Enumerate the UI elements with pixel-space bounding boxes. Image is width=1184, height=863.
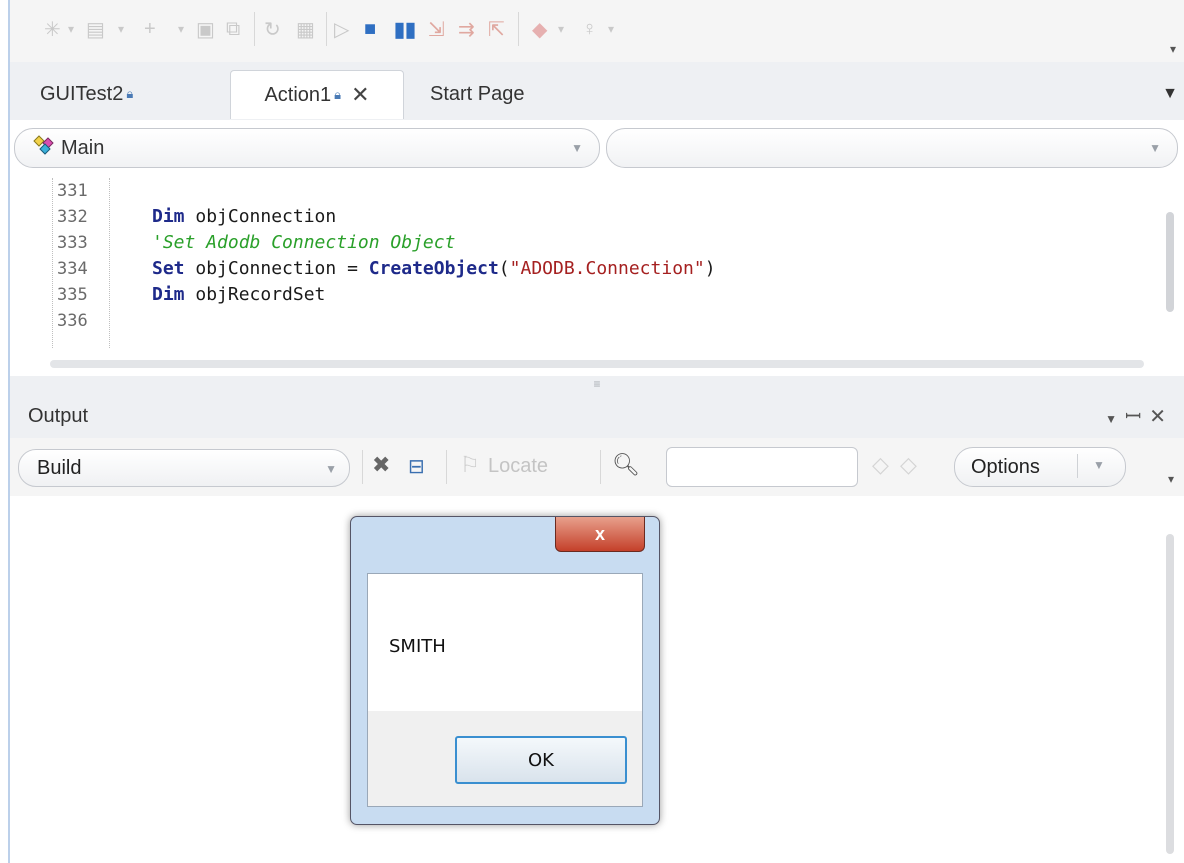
function-icon [33, 134, 57, 162]
chevron-down-icon[interactable]: ▾ [118, 16, 124, 42]
open-folder-icon[interactable]: ▤ [86, 16, 105, 42]
add-icon[interactable]: + [144, 16, 156, 42]
output-toolbar: Build ▼ ✖ ⊟ ⚐ Locate 🔍︎ ◇ ◇ Options ▼ ▾ [10, 438, 1184, 497]
toolbar-overflow-icon[interactable]: ▾ [1168, 472, 1174, 486]
word-wrap-icon[interactable]: ⊟ [408, 454, 425, 479]
stop-icon[interactable]: ■ [364, 16, 376, 42]
find-previous-icon[interactable]: ◇ [872, 452, 889, 478]
step-into-icon[interactable]: ⇲ [428, 16, 445, 42]
code-line: Dim objConnection [152, 206, 337, 227]
find-next-icon[interactable]: ◇ [900, 452, 917, 478]
divider [1077, 454, 1078, 478]
line-number-gutter: 331 332 333 334 335 336 [52, 178, 110, 348]
chevron-down-icon: ▼ [325, 462, 337, 476]
close-icon[interactable]: ✕ [1149, 406, 1174, 428]
toolbar-separator [600, 450, 601, 484]
editor-horizontal-scrollbar[interactable] [50, 360, 1144, 368]
message-text: SMITH [389, 636, 446, 657]
clear-all-icon[interactable]: ✖ [372, 452, 390, 478]
output-source-combo[interactable]: Build ▼ [18, 449, 350, 487]
line-number: 335 [57, 285, 88, 305]
line-number: 331 [57, 181, 88, 201]
chevron-down-icon: ▼ [571, 141, 583, 155]
pause-icon[interactable]: ▮▮ [394, 16, 416, 42]
function-combo[interactable]: Main ▼ [14, 128, 600, 168]
pane-splitter[interactable]: ≡ [10, 376, 1184, 392]
tab-label: GUITest2 [40, 82, 124, 105]
tab-start-page[interactable]: Start Page [430, 70, 525, 118]
document-tabs: GUITest2 🔒︎ Action1 🔒︎ ✕ Start Page ▼ [10, 62, 1184, 121]
locate-icon[interactable]: ⚐ [460, 452, 480, 478]
line-number: 336 [57, 311, 88, 331]
message-box-footer: OK [368, 711, 642, 806]
code-editor[interactable]: 331 332 333 334 335 336 Dim objConnectio… [10, 176, 1184, 376]
run-icon[interactable]: ▷ [334, 16, 349, 42]
chevron-down-icon: ▼ [1149, 141, 1161, 155]
toolbar-separator [326, 12, 327, 46]
toolbar-overflow-icon[interactable]: ▾ [1170, 36, 1176, 62]
refresh-icon[interactable]: ↻ [264, 16, 281, 42]
options-label: Options [971, 455, 1040, 478]
options-button[interactable]: Options ▼ [954, 447, 1126, 487]
pin-icon[interactable]: ꟷ [1125, 406, 1149, 428]
toolbar-separator [446, 450, 447, 484]
search-input[interactable] [666, 447, 858, 487]
tab-action1[interactable]: Action1 🔒︎ ✕ [230, 70, 404, 119]
line-number: 334 [57, 259, 88, 279]
step-out-icon[interactable]: ⇱ [488, 16, 505, 42]
member-combo[interactable]: ▼ [606, 128, 1178, 168]
new-icon[interactable]: ✳ [44, 16, 61, 42]
lock-icon: 🔒︎ [126, 86, 134, 101]
lock-icon: 🔒︎ [334, 87, 342, 102]
function-combo-value: Main [61, 136, 105, 159]
output-panel-header: Output ▼ꟷ✕ [10, 392, 1184, 438]
step-over-icon[interactable]: ⇉ [458, 16, 475, 42]
line-number: 332 [57, 207, 88, 227]
chevron-down-icon[interactable]: ▾ [68, 16, 74, 42]
locate-button[interactable]: Locate [488, 455, 548, 478]
editor-vertical-scrollbar[interactable] [1162, 182, 1178, 352]
scroll-thumb[interactable] [1166, 534, 1174, 854]
ok-button[interactable]: OK [455, 736, 627, 784]
toolbar-separator [254, 12, 255, 46]
close-icon[interactable]: ✕ [351, 82, 369, 108]
chevron-down-icon[interactable]: ▾ [178, 16, 184, 42]
chevron-down-icon: ▼ [1093, 458, 1105, 472]
chevron-down-icon[interactable]: ▾ [558, 16, 564, 42]
chevron-down-icon[interactable]: ▾ [608, 16, 614, 42]
code-lines: Dim objConnection 'Set Adodb Connection … [152, 178, 716, 334]
search-icon[interactable]: 🔍︎ [612, 452, 640, 478]
panel-controls: ▼ꟷ✕ [1105, 402, 1174, 429]
tab-list-icon[interactable]: ▼ [1162, 70, 1178, 118]
output-source-value: Build [37, 456, 82, 479]
tab-label: Start Page [430, 82, 525, 105]
code-line: 'Set Adodb Connection Object [152, 232, 456, 253]
code-line: Set objConnection = CreateObject("ADODB.… [152, 258, 716, 279]
toolbar-separator [518, 12, 519, 46]
record-icon[interactable]: ▦ [296, 16, 315, 42]
code-line: Dim objRecordSet [152, 284, 326, 305]
tab-guitest2[interactable]: GUITest2 🔒︎ [40, 70, 133, 118]
line-number: 333 [57, 233, 88, 253]
breakpoint-icon[interactable]: ◆ [532, 16, 547, 42]
panel-menu-icon[interactable]: ▼ [1105, 412, 1125, 426]
message-box-dialog: x SMITH OK [350, 516, 660, 825]
left-border [0, 0, 10, 863]
copy-icon[interactable]: ⧉ [226, 16, 240, 42]
output-title: Output [28, 405, 89, 427]
close-button[interactable]: x [555, 517, 645, 552]
main-toolbar: ✳ ▾ ▤ ▾ + ▾ ▣ ⧉ ↻ ▦ ▷ ■ ▮▮ ⇲ ⇉ ⇱ ◆ ▾ ♀ ▾… [10, 0, 1184, 63]
scroll-thumb[interactable] [1166, 212, 1174, 312]
toolbar-separator [362, 450, 363, 484]
output-vertical-scrollbar[interactable] [1162, 506, 1178, 854]
function-combo-row: Main ▼ ▼ [10, 120, 1184, 176]
message-box-body: SMITH OK [367, 573, 643, 807]
save-icon[interactable]: ▣ [196, 16, 215, 42]
lightbulb-icon[interactable]: ♀ [582, 16, 597, 42]
tab-label: Action1 [264, 83, 332, 106]
